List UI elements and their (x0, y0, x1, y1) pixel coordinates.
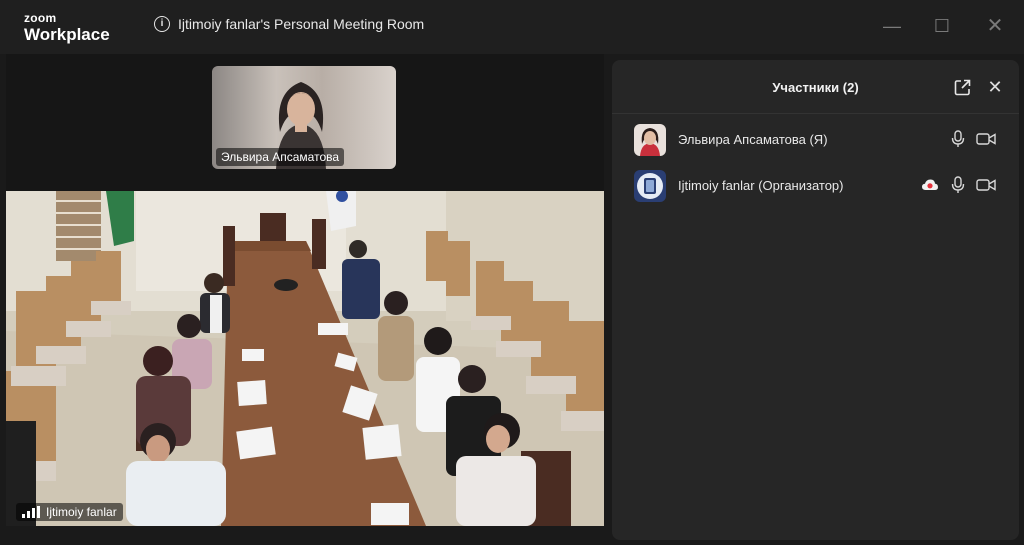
mic-icon[interactable] (951, 176, 965, 194)
participant-name: Эльвира Апсаматова (Я) (678, 132, 828, 147)
mic-icon[interactable] (951, 130, 965, 148)
info-icon[interactable]: i (154, 16, 170, 32)
close-window-button[interactable]: ✕ (983, 14, 1007, 38)
participant-name: Ijtimoiy fanlar (Организатор) (678, 178, 844, 193)
participants-header: Участники (2) ✕ (612, 60, 1019, 114)
camera-icon[interactable] (976, 178, 996, 192)
cloud-recording-icon (922, 179, 938, 190)
thumbnail-name-label: Эльвира Апсаматова (216, 148, 345, 166)
main-video-name: Ijtimoiy fanlar (46, 505, 117, 519)
avatar (634, 170, 666, 202)
meeting-info[interactable]: i Ijtimoiy fanlar's Personal Meeting Roo… (154, 16, 424, 32)
logo-line-1: zoom (24, 11, 57, 25)
title-bar: zoom Workplace i Ijtimoiy fanlar's Perso… (0, 0, 1024, 54)
main-video[interactable]: Ijtimoiy fanlar (6, 191, 604, 526)
participants-panel: Участники (2) ✕ Эльвира Апсаматова (Я) I… (612, 60, 1019, 540)
main-video-name-label: Ijtimoiy fanlar (16, 503, 123, 521)
meeting-room-video-image (6, 191, 604, 526)
close-panel-button[interactable]: ✕ (985, 77, 1005, 97)
thumbnail-video[interactable]: Эльвира Апсаматова (212, 66, 396, 169)
minimize-button[interactable]: — (880, 14, 904, 38)
zoom-logo: zoom Workplace (24, 12, 110, 43)
signal-strength-icon (22, 506, 40, 518)
meeting-title: Ijtimoiy fanlar's Personal Meeting Room (178, 16, 425, 32)
popout-icon[interactable] (954, 79, 971, 96)
camera-icon[interactable] (976, 132, 996, 146)
logo-line-2: Workplace (24, 25, 110, 44)
participant-row[interactable]: Эльвира Апсаматова (Я) (612, 120, 1019, 160)
avatar (634, 124, 666, 156)
participant-row[interactable]: Ijtimoiy fanlar (Организатор) (612, 166, 1019, 206)
maximize-button[interactable]: ☐ (930, 14, 954, 38)
